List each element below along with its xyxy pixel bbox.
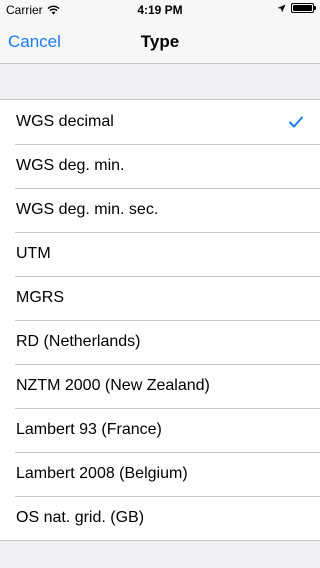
page-title: Type	[140, 32, 180, 51]
list-item-label: UTM	[16, 245, 51, 262]
list-item-label: WGS deg. min. sec.	[16, 201, 159, 218]
list-item-label: Lambert 2008 (Belgium)	[16, 465, 188, 482]
list-item-label: WGS deg. min.	[16, 157, 125, 174]
list-item[interactable]: WGS deg. min.	[0, 144, 320, 188]
status-bar: Carrier 4:19 PM	[0, 0, 320, 20]
list-item[interactable]: MGRS	[0, 276, 320, 320]
list-item[interactable]: Lambert 93 (France)	[0, 408, 320, 452]
list-item[interactable]: NZTM 2000 (New Zealand)	[0, 364, 320, 408]
list-item[interactable]: WGS deg. min. sec.	[0, 188, 320, 232]
location-arrow-icon	[277, 4, 286, 12]
list-item[interactable]: OS nat. grid. (GB)	[0, 496, 320, 540]
status-time: 4:19 PM	[137, 3, 183, 17]
type-list: WGS decimal WGS deg. min. WGS deg. min. …	[0, 99, 320, 541]
list-item-label: WGS decimal	[16, 113, 114, 130]
navigation-bar: Cancel Type	[0, 20, 320, 64]
list-item-label: OS nat. grid. (GB)	[16, 509, 145, 526]
list-item-label: MGRS	[16, 289, 64, 306]
list-item[interactable]: WGS decimal	[0, 100, 320, 144]
battery-icon	[291, 3, 316, 13]
list-item-label: Lambert 93 (France)	[16, 421, 162, 438]
list-item[interactable]: RD (Netherlands)	[0, 320, 320, 364]
checkmark-icon	[289, 116, 303, 128]
list-item-label: RD (Netherlands)	[16, 333, 141, 350]
list-item[interactable]: Lambert 2008 (Belgium)	[0, 452, 320, 496]
list-item[interactable]: UTM	[0, 232, 320, 276]
list-item-label: NZTM 2000 (New Zealand)	[16, 377, 210, 394]
status-right	[277, 3, 316, 13]
